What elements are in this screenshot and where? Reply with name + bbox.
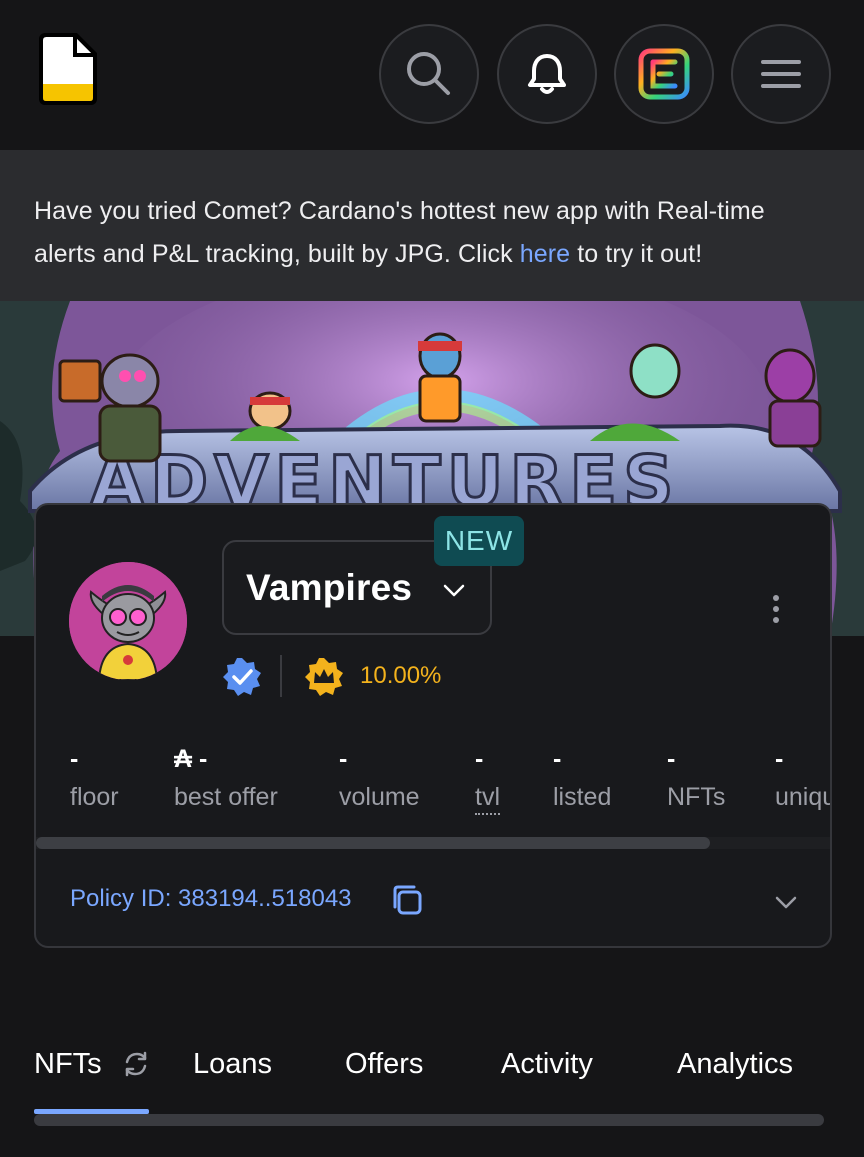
hamburger-menu-icon — [761, 60, 801, 88]
jpg-store-logo[interactable] — [38, 32, 98, 106]
verified-badge-icon — [223, 658, 261, 696]
collection-info-card: Vampires NEW 10.00% - floor ₳ - best off… — [34, 503, 832, 948]
search-button[interactable] — [379, 24, 479, 124]
stat-best-offer: ₳ - best offer — [174, 745, 278, 812]
stat-nfts: - NFTs — [667, 745, 725, 812]
stat-value: - — [553, 745, 562, 773]
comet-app-icon — [638, 48, 690, 100]
stat-value: - — [667, 745, 676, 773]
stats-scrollbar[interactable] — [36, 837, 830, 849]
top-navigation-bar — [0, 0, 864, 150]
stats-scrollbar-thumb[interactable] — [36, 837, 710, 849]
collection-name: Vampires — [246, 566, 413, 608]
stat-value: - — [70, 745, 79, 773]
tabs-scrollbar[interactable] — [34, 1114, 824, 1126]
collection-tabs: NFTs Loans Offers Activity Analytics — [0, 1030, 864, 1120]
stat-value: - — [475, 745, 484, 773]
collection-stats: - floor ₳ - best offer - volume - tvl - … — [36, 745, 832, 835]
stat-label: tvl — [475, 783, 500, 815]
copy-icon[interactable] — [390, 883, 424, 917]
royalty-percentage: 10.00% — [360, 662, 442, 689]
stat-label: NFTs — [667, 783, 726, 811]
stat-label: volume — [339, 783, 420, 811]
stat-listed: - listed — [553, 745, 611, 812]
stat-label: listed — [553, 783, 612, 811]
stat-tvl[interactable]: - tvl — [475, 745, 500, 815]
tab-nfts[interactable]: NFTs — [34, 1048, 102, 1081]
tab-analytics[interactable]: Analytics — [677, 1048, 793, 1081]
chevron-down-icon[interactable] — [774, 890, 798, 914]
policy-id: Policy ID: 383194..518043 — [70, 885, 352, 912]
banner-link[interactable]: here — [520, 240, 570, 268]
bell-icon — [528, 54, 566, 94]
tab-activity[interactable]: Activity — [501, 1048, 593, 1081]
stat-floor: - floor — [70, 745, 119, 812]
royalty-crown-icon — [305, 658, 343, 696]
chevron-down-icon — [443, 584, 465, 597]
stat-value: - — [339, 745, 348, 773]
new-badge: NEW — [434, 516, 524, 566]
stat-value: ₳ - — [174, 745, 208, 773]
banner-text-end: to try it out! — [570, 240, 703, 268]
comet-promo-banner: Have you tried Comet? Cardano's hottest … — [0, 150, 864, 301]
stat-value: - — [775, 745, 784, 773]
more-options-icon[interactable] — [771, 593, 781, 625]
stat-label: floor — [70, 783, 119, 811]
search-icon — [407, 52, 450, 95]
stat-unique: - uniqu — [775, 745, 832, 812]
collection-avatar — [69, 562, 187, 680]
stat-label: best offer — [174, 783, 278, 811]
refresh-icon[interactable] — [122, 1050, 150, 1078]
stat-label: uniqu — [775, 783, 832, 811]
menu-button[interactable] — [731, 24, 831, 124]
badge-divider — [280, 655, 282, 697]
comet-app-button[interactable] — [614, 24, 714, 124]
notifications-button[interactable] — [497, 24, 597, 124]
tab-loans[interactable]: Loans — [193, 1048, 272, 1081]
tab-offers[interactable]: Offers — [345, 1048, 423, 1081]
stat-volume: - volume — [339, 745, 420, 812]
